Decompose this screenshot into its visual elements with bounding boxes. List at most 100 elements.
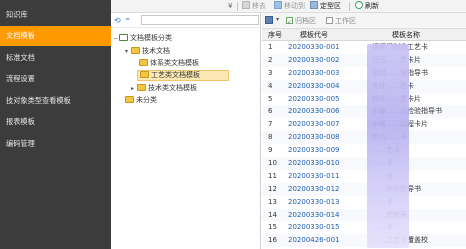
template-code: 20200330-014 (288, 210, 340, 219)
row-index: 8 (268, 133, 273, 142)
tree-search-input[interactable] (141, 15, 259, 25)
refresh-button[interactable]: 刷新 (355, 1, 379, 12)
tree-node-tech-doc[interactable]: ▾ 技术文档 (125, 46, 170, 57)
template-code: 20200426-001 (288, 236, 340, 245)
column-header-code[interactable]: 模板代号 (300, 29, 328, 41)
template-code: 20200330-008 (288, 133, 340, 142)
folder-icon (119, 34, 128, 41)
grid-view-icon[interactable] (265, 16, 273, 24)
folder-icon (131, 47, 140, 54)
left-nav: 知识库 文档模板 标准文档 流程设置 技对象类型查看模板 报表模板 编码管理 (0, 0, 111, 249)
tree-node-system-doc[interactable]: 体系类文档模板 (139, 58, 199, 69)
row-index: 11 (268, 171, 277, 180)
top-toolbar: ¥ 移去 移动到 定型区 刷新 (111, 0, 466, 13)
row-index: 15 (268, 223, 277, 232)
column-header-index[interactable]: 序号 (268, 29, 282, 41)
template-code: 20200330-005 (288, 94, 340, 103)
nav-item-report-template[interactable]: 报表模板 (0, 112, 111, 132)
folder-icon (140, 71, 149, 78)
tree-node-label: 技术类文档模板 (148, 84, 197, 92)
template-code: 20200330-015 (288, 223, 340, 232)
row-index: 12 (268, 184, 277, 193)
table-row[interactable]: 1120200330-011……卡 (262, 170, 466, 183)
table-row[interactable]: 220200330-002低压……艺卡片 (262, 53, 466, 67)
nav-item-code-management[interactable]: 编码管理 (0, 134, 111, 154)
template-code: 20200330-003 (288, 68, 340, 77)
tree-node-uncategorized[interactable]: 未分类 (125, 95, 157, 106)
work-filter[interactable]: 工作区 (326, 16, 356, 26)
template-code: 20200330-013 (288, 197, 340, 206)
row-index: 14 (268, 210, 277, 219)
row-index: 6 (268, 107, 273, 116)
table-row[interactable]: 1320200330-013……卡 (262, 196, 466, 209)
table-row[interactable]: 1620200426-001……工艺卡覆盖校 (262, 234, 466, 248)
tree-node-process-doc[interactable]: 工艺类文档模板 (137, 70, 229, 81)
row-index: 9 (268, 146, 273, 155)
folder-icon (137, 84, 146, 91)
redaction-overlay (367, 44, 409, 248)
template-code: 20200330-012 (288, 184, 340, 193)
tree-panel: ⟲ ≈ − 文档模板分类 ▾ 技术文档 体系类文档模板 工艺类文档模板 ▸ 技术类文档… (111, 13, 261, 249)
template-code: 20200330-009 (288, 146, 340, 155)
table-row[interactable]: 320200330-003密封……业指导书 (262, 67, 466, 80)
move-icon (274, 1, 282, 9)
template-code: 20200330-001 (288, 43, 340, 51)
remove-button[interactable]: 移去 (242, 1, 266, 12)
grid-toolbar: ▾ ✓ 归档区 工作区 (262, 13, 466, 29)
row-index: 5 (268, 94, 273, 103)
work-checkbox[interactable] (326, 17, 333, 24)
refresh-icon (355, 1, 363, 9)
row-index: 10 (268, 159, 277, 168)
grid-panel: ▾ ✓归档区 工作区 序号 模板代号 模板名称 120200330-001钢闸门… (262, 13, 466, 249)
tree-root-label: 文档模板分类 (130, 34, 172, 42)
template-code: 20200330-011 (288, 171, 340, 180)
nav-item-doc-template[interactable]: 文档模板 (0, 26, 111, 46)
table-row[interactable]: 920200330-009……艺卡 (262, 144, 466, 157)
tree-node-label: 工艺类文档模板 (151, 71, 200, 79)
table-row[interactable]: 1020200330-010……卡 (262, 157, 466, 170)
row-index: 16 (268, 236, 277, 245)
table-row[interactable]: 820200330-008参力……卡 (262, 131, 466, 145)
move-to-button[interactable]: 移动到 (274, 1, 305, 12)
tree-node-label: 技术文档 (142, 47, 170, 55)
archive-filter[interactable]: ✓ 归档区 (286, 16, 316, 26)
table-row[interactable]: 120200330-001钢闸门制造工艺卡 (262, 41, 466, 54)
dropdown-chevron-icon[interactable]: ▾ (276, 16, 279, 23)
refresh-label: 刷新 (365, 2, 379, 10)
remove-label: 移去 (252, 2, 266, 10)
table-row[interactable]: 520200330-005热处……艺卡片 (262, 93, 466, 106)
remove-icon (242, 1, 250, 9)
template-code: 20200330-006 (288, 107, 340, 116)
nav-item-standard-doc[interactable]: 标准文档 (0, 48, 111, 68)
dropdown-chevron-icon[interactable]: ¥ (228, 1, 232, 12)
archive-filter-label: 归档区 (295, 17, 316, 25)
folder-icon (125, 96, 134, 103)
nav-item-object-view-template[interactable]: 技对象类型查看模板 (0, 91, 111, 111)
tree-node-technical-doc[interactable]: ▸ 技术类文档模板 (131, 83, 197, 94)
table-row[interactable]: 720200330-007水暖……过程卡片 (262, 118, 466, 131)
archive-checkbox[interactable]: ✓ (286, 17, 293, 26)
table-row[interactable]: 1420200330-014……参数表 (262, 208, 466, 222)
row-index: 2 (268, 55, 273, 64)
locate-button[interactable]: 定型区 (310, 1, 341, 12)
column-header-name[interactable]: 模板名称 (392, 29, 420, 41)
row-index: 1 (268, 43, 273, 51)
nav-item-knowledge[interactable]: 知识库 (0, 5, 111, 25)
table-row[interactable]: 1520200330-015……卡 (262, 221, 466, 234)
tree-refresh-icon[interactable]: ⟲ (114, 16, 121, 25)
table-row[interactable]: 1220200330-012……作业指导书 (262, 182, 466, 196)
row-index: 7 (268, 120, 273, 129)
row-index: 13 (268, 197, 277, 206)
table-row[interactable]: 420200330-004毛坯……艺卡 (262, 79, 466, 93)
tree-root[interactable]: − 文档模板分类 (113, 33, 172, 44)
tree-search-icon[interactable]: ≈ (125, 16, 130, 23)
template-code: 20200330-010 (288, 159, 340, 168)
grid-body: 120200330-001钢闸门制造工艺卡220200330-002低压……艺卡… (262, 41, 466, 248)
locate-icon (310, 1, 318, 9)
tree-toolbar: ⟲ ≈ (111, 13, 260, 28)
nav-item-process-settings[interactable]: 流程设置 (0, 69, 111, 89)
table-row[interactable]: 620200330-006水暖……及检验指导书 (262, 105, 466, 119)
tree-node-label: 体系类文档模板 (150, 59, 199, 67)
row-index: 4 (268, 81, 273, 90)
template-code: 20200330-007 (288, 120, 340, 129)
